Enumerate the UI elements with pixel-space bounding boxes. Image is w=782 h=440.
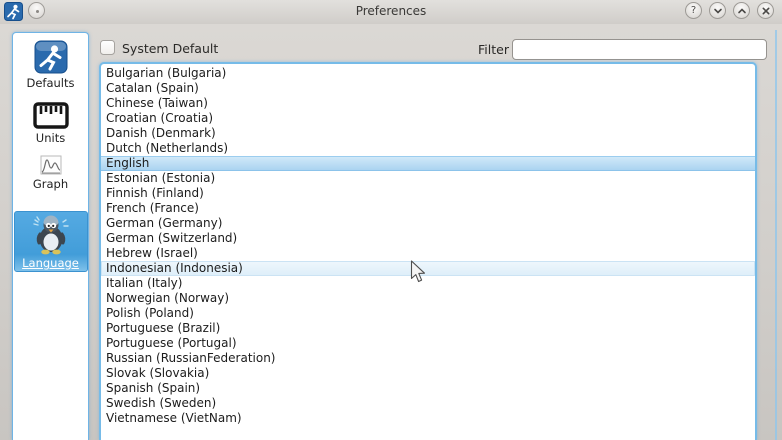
list-item[interactable]: Hebrew (Israel) xyxy=(101,246,755,261)
graph-curve-icon xyxy=(40,155,62,175)
list-item[interactable]: Bulgarian (Bulgaria) xyxy=(101,66,755,81)
sidebar-item-units[interactable]: Units xyxy=(13,102,88,145)
list-item[interactable]: Swedish (Sweden) xyxy=(101,396,755,411)
defaults-app-icon xyxy=(34,40,68,74)
language-list[interactable]: Bulgarian (Bulgaria)Catalan (Spain)Chine… xyxy=(99,62,757,440)
sidebar-item-label: Graph xyxy=(33,177,68,191)
close-x-icon xyxy=(761,6,771,16)
list-item[interactable]: Danish (Denmark) xyxy=(101,126,755,141)
category-sidebar: Defaults Units Graph xyxy=(12,32,89,440)
sidebar-item-label: Language xyxy=(22,256,79,270)
filter-input[interactable] xyxy=(512,39,767,60)
chevron-up-icon xyxy=(737,6,747,16)
list-item[interactable]: French (France) xyxy=(101,201,755,216)
filter-label: Filter xyxy=(478,42,509,57)
list-item[interactable]: Slovak (Slovakia) xyxy=(101,366,755,381)
ruler-icon xyxy=(33,102,69,129)
sidebar-item-label: Units xyxy=(36,131,65,145)
system-default-checkbox[interactable] xyxy=(100,40,115,55)
question-mark-icon: ? xyxy=(691,5,696,16)
help-button[interactable]: ? xyxy=(685,2,702,19)
list-item[interactable]: Croatian (Croatia) xyxy=(101,111,755,126)
list-item[interactable]: Norwegian (Norway) xyxy=(101,291,755,306)
titlebar-buttons: ? xyxy=(685,2,774,19)
focus-edge-line xyxy=(775,30,777,440)
list-item[interactable]: Finnish (Finland) xyxy=(101,186,755,201)
list-item[interactable]: Portuguese (Portugal) xyxy=(101,336,755,351)
list-item[interactable]: Estonian (Estonia) xyxy=(101,171,755,186)
system-default-label: System Default xyxy=(122,41,218,56)
list-item[interactable]: German (Switzerland) xyxy=(101,231,755,246)
list-item[interactable]: German (Germany) xyxy=(101,216,755,231)
list-item[interactable]: Dutch (Netherlands) xyxy=(101,141,755,156)
shade-up-button[interactable] xyxy=(733,2,750,19)
list-item[interactable]: Vietnamese (VietNam) xyxy=(101,411,755,426)
chevron-down-icon xyxy=(713,6,723,16)
sidebar-item-label: Defaults xyxy=(26,76,74,90)
list-item[interactable]: Chinese (Taiwan) xyxy=(101,96,755,111)
close-button[interactable] xyxy=(757,2,774,19)
list-item[interactable]: Italian (Italy) xyxy=(101,276,755,291)
list-item[interactable]: English xyxy=(101,156,755,171)
list-item[interactable]: Indonesian (Indonesia) xyxy=(101,261,755,276)
titlebar[interactable]: Preferences ? xyxy=(0,0,782,24)
preferences-window: { "titlebar": { "title": "Preferences", … xyxy=(0,0,782,440)
list-item[interactable]: Portuguese (Brazil) xyxy=(101,321,755,336)
list-item[interactable]: Russian (RussianFederation) xyxy=(101,351,755,366)
sidebar-item-language[interactable]: Language xyxy=(14,211,88,272)
list-item[interactable]: Catalan (Spain) xyxy=(101,81,755,96)
list-item[interactable]: Spanish (Spain) xyxy=(101,381,755,396)
sidebar-item-defaults[interactable]: Defaults xyxy=(13,40,88,90)
window-title: Preferences xyxy=(0,4,782,18)
sidebar-item-graph[interactable]: Graph xyxy=(13,155,88,191)
shade-down-button[interactable] xyxy=(709,2,726,19)
list-item[interactable]: Polish (Poland) xyxy=(101,306,755,321)
tux-penguin-icon xyxy=(29,212,73,256)
